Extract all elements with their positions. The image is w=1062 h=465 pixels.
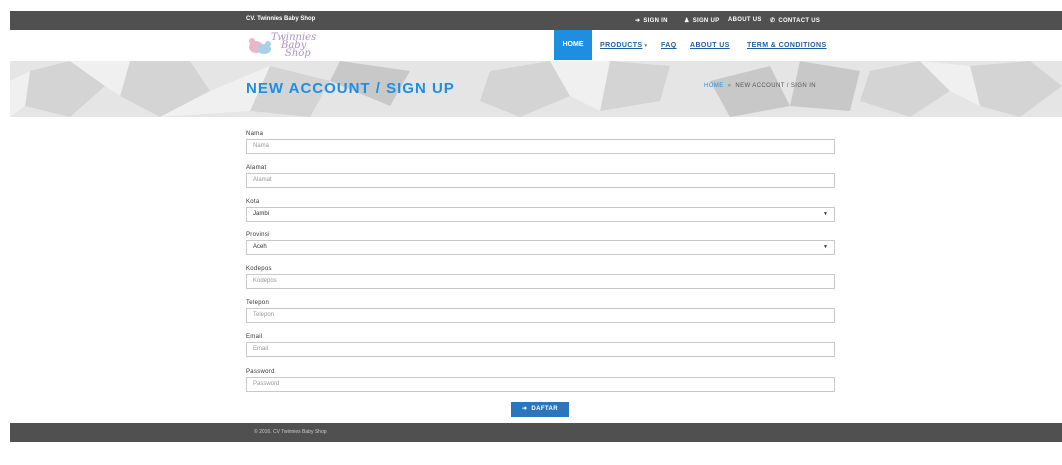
field-group-nama: Nama Nama xyxy=(246,130,835,154)
about-us-top-link[interactable]: ABOUT US xyxy=(728,17,762,23)
shop-logo[interactable]: Twinnies Baby Shop xyxy=(247,32,327,60)
kota-value: Jambi xyxy=(253,211,270,217)
logo-line3: Shop xyxy=(285,48,311,59)
provinsi-value: Aceh xyxy=(253,244,267,250)
chevron-down-icon: ▼ xyxy=(823,211,828,217)
nav-products[interactable]: PRODUCTS ▾ xyxy=(600,42,647,49)
about-us-top-label: ABOUT US xyxy=(728,17,762,23)
telepon-label: Telepon xyxy=(246,300,270,306)
field-group-provinsi: Provinsi Aceh ▼ xyxy=(246,231,835,255)
nama-label: Nama xyxy=(246,131,264,137)
field-group-email: Email Email xyxy=(246,333,835,357)
alamat-label: Alamat xyxy=(246,165,267,171)
sign-up-label: SIGN UP xyxy=(692,18,720,24)
field-group-password: Password Password xyxy=(246,368,835,392)
breadcrumb-current: NEW ACCOUNT / SIGN IN xyxy=(735,83,816,89)
password-label: Password xyxy=(246,369,275,375)
kota-select[interactable]: Jambi ▼ xyxy=(246,207,835,222)
sign-in-icon: ➜ xyxy=(521,406,528,412)
provinsi-label: Provinsi xyxy=(246,232,270,238)
contact-us-link[interactable]: ✆ CONTACT US xyxy=(770,17,820,24)
chevron-down-icon: ▼ xyxy=(823,244,828,250)
top-bar: CV. Twinnies Baby Shop ➜ SIGN IN ♟ SIGN UP… xyxy=(10,11,1062,30)
nav-about-us[interactable]: ABOUT US xyxy=(690,42,730,49)
chevron-down-icon: ▾ xyxy=(644,43,648,49)
footer: © 2016. CV Twinnies Baby Shop xyxy=(10,423,1062,442)
daftar-label: DAFTAR xyxy=(531,406,559,412)
nav-faq[interactable]: FAQ xyxy=(661,42,677,49)
breadcrumb-separator: » xyxy=(727,83,732,89)
nama-input[interactable]: Nama xyxy=(246,139,835,154)
phone-icon: ✆ xyxy=(770,18,776,24)
telepon-input[interactable]: Telepon xyxy=(246,308,835,323)
email-label: Email xyxy=(246,334,263,340)
kodepos-input[interactable]: Kodepos xyxy=(246,274,835,289)
contact-us-label: CONTACT US xyxy=(778,18,821,24)
banner-pattern xyxy=(10,61,1062,117)
kota-label: Kota xyxy=(246,199,260,205)
field-group-kota: Kota Jambi ▼ xyxy=(246,198,835,222)
user-icon: ♟ xyxy=(684,18,690,24)
copyright-text: © 2016. CV Twinnies Baby Shop xyxy=(254,429,327,435)
page-banner: NEW ACCOUNT / SIGN UP HOME» NEW ACCOUNT /… xyxy=(10,61,1062,117)
email-input[interactable]: Email xyxy=(246,342,835,357)
page: CV. Twinnies Baby Shop ➜ SIGN IN ♟ SIGN UP… xyxy=(0,0,1062,465)
provinsi-select[interactable]: Aceh ▼ xyxy=(246,240,835,255)
sign-in-label: SIGN IN xyxy=(643,18,668,24)
sign-in-icon: ➜ xyxy=(635,18,641,24)
page-title: NEW ACCOUNT / SIGN UP xyxy=(246,80,455,97)
breadcrumb: HOME» NEW ACCOUNT / SIGN IN xyxy=(704,83,816,89)
top-links: ➜ SIGN IN ♟ SIGN UP ABOUT US ✆ CONTACT US xyxy=(10,17,1062,27)
nav-products-label: PRODUCTS xyxy=(600,42,643,49)
sign-in-link[interactable]: ➜ SIGN IN xyxy=(635,17,668,24)
field-group-kodepos: Kodepos Kodepos xyxy=(246,265,835,289)
kodepos-label: Kodepos xyxy=(246,266,272,272)
nav-terms[interactable]: TERM & CONDITIONS xyxy=(747,42,827,49)
password-input[interactable]: Password xyxy=(246,377,835,392)
sign-up-link[interactable]: ♟ SIGN UP xyxy=(684,17,719,24)
field-group-telepon: Telepon Telepon xyxy=(246,299,835,323)
breadcrumb-home-link[interactable]: HOME xyxy=(704,83,724,89)
alamat-input[interactable]: Alamat xyxy=(246,173,835,188)
field-group-alamat: Alamat Alamat xyxy=(246,164,835,188)
nav-home[interactable]: HOME xyxy=(554,30,592,60)
main-navbar: Twinnies Baby Shop HOME PRODUCTS ▾ FAQ AB… xyxy=(10,30,1062,61)
daftar-button[interactable]: ➜ DAFTAR xyxy=(511,402,569,417)
teddy-bear-icon xyxy=(249,38,271,54)
